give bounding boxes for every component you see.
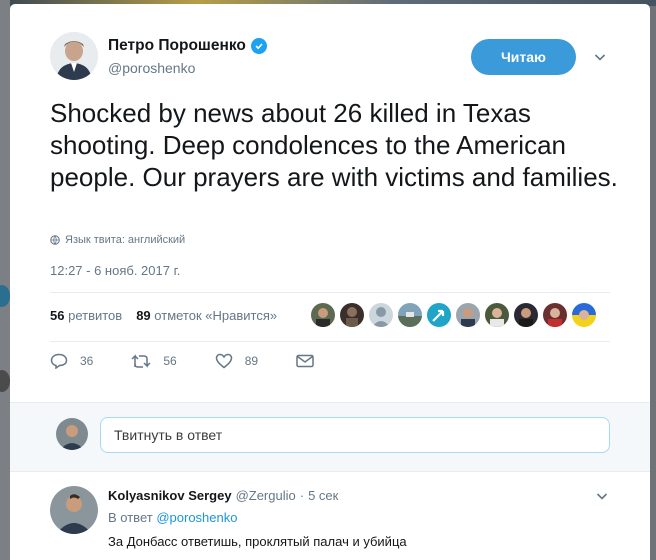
retweets-stat[interactable]: 56 ретвитов [50, 308, 122, 323]
tweet-stats: 56 ретвитов 89 отметок «Нравится» [50, 308, 277, 323]
likers-avatars [311, 303, 596, 327]
reply-author-avatar[interactable] [50, 486, 98, 534]
like-count: 89 [244, 354, 259, 368]
liker-avatar[interactable] [369, 303, 393, 327]
reply-input[interactable] [100, 417, 610, 453]
reply-tweet[interactable]: Kolyasnikov Sergey @Zergulio · 5 сек В о… [10, 472, 650, 560]
tweet-actions: 36 56 89 [50, 353, 352, 369]
chevron-down-icon[interactable] [594, 51, 606, 63]
in-reply-to-link[interactable]: @poroshenko [156, 510, 237, 525]
current-user-avatar[interactable] [56, 418, 88, 450]
retweets-label[interactable]: ретвитов [68, 308, 122, 323]
liker-avatar[interactable] [572, 303, 596, 327]
likes-count[interactable]: 89 [136, 308, 150, 323]
likes-label[interactable]: отметок «Нравится» [154, 308, 277, 323]
direct-message-action[interactable] [296, 354, 314, 368]
reply-author-line: Kolyasnikov Sergey @Zergulio · 5 сек [108, 488, 338, 503]
tweet-language-text: Язык твита: английский [65, 234, 186, 246]
liker-avatar[interactable] [340, 303, 364, 327]
in-reply-to: В ответ @poroshenko [108, 510, 237, 525]
globe-icon [50, 235, 60, 245]
reply-icon[interactable] [50, 353, 68, 369]
author-name-text[interactable]: Петро Порошенко [108, 37, 246, 55]
envelope-icon[interactable] [296, 354, 314, 368]
tweet-permalink-modal: Петро Порошенко @poroshenko Читаю Shocke… [10, 4, 650, 560]
liker-avatar[interactable] [543, 303, 567, 327]
chevron-down-icon[interactable] [596, 490, 608, 502]
liker-avatar[interactable] [485, 303, 509, 327]
reply-author-name[interactable]: Kolyasnikov Sergey [108, 488, 232, 503]
tweet-timestamp[interactable]: 12:27 - 6 нояб. 2017 г. [50, 263, 180, 278]
retweet-action[interactable]: 56 [131, 353, 177, 369]
reply-separator: · [299, 488, 305, 503]
reply-time[interactable]: 5 сек [308, 488, 338, 503]
author-display-name[interactable]: Петро Порошенко [108, 37, 267, 55]
following-button[interactable]: Читаю [471, 39, 576, 75]
liker-avatar[interactable] [398, 303, 422, 327]
retweet-icon[interactable] [131, 353, 151, 369]
reply-text: За Донбасс ответишь, проклятый палач и у… [108, 534, 407, 549]
reply-author-handle[interactable]: @Zergulio [236, 488, 296, 503]
author-handle[interactable]: @poroshenko [108, 60, 195, 76]
reply-count: 36 [80, 354, 94, 368]
liker-avatar[interactable] [514, 303, 538, 327]
liker-avatar[interactable] [311, 303, 335, 327]
background-left [0, 0, 10, 560]
divider [50, 292, 610, 293]
reply-action[interactable]: 36 [50, 353, 93, 369]
tweet-text: Shocked by news about 26 killed in Texas… [50, 98, 618, 192]
in-reply-prefix: В ответ [108, 510, 153, 525]
author-avatar[interactable] [50, 32, 98, 80]
divider [50, 341, 610, 342]
reply-composer [10, 402, 650, 472]
heart-icon[interactable] [215, 353, 233, 369]
verified-icon [250, 38, 267, 54]
likes-stat[interactable]: 89 отметок «Нравится» [136, 308, 277, 323]
retweet-count: 56 [163, 354, 177, 368]
tweet-language: Язык твита: английский [50, 234, 185, 246]
retweets-count[interactable]: 56 [50, 308, 64, 323]
like-action[interactable]: 89 [215, 353, 258, 369]
liker-avatar[interactable] [427, 303, 451, 327]
liker-avatar[interactable] [456, 303, 480, 327]
